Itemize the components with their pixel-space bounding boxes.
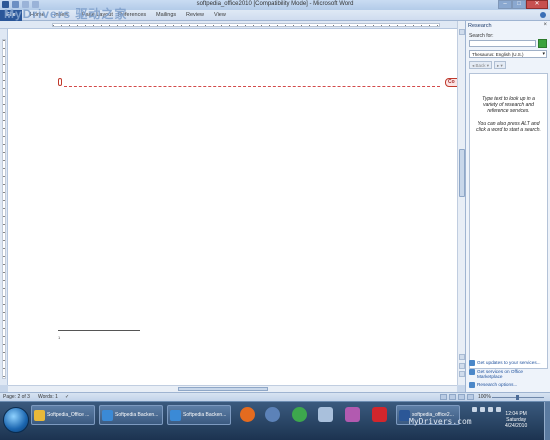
window-controls: – □ ✕ (498, 0, 548, 9)
network-tray-icon[interactable] (480, 407, 485, 412)
start-searching-icon[interactable] (538, 39, 547, 48)
system-tray (472, 407, 501, 412)
firefox-icon[interactable] (240, 407, 255, 422)
link-label: Research options... (477, 382, 518, 387)
research-pane: Research × Search for: Thesaurus: Englis… (465, 21, 550, 392)
back-label: Back (475, 63, 486, 68)
watermark-logo: MyDrivers 驱动之家 (4, 7, 128, 21)
search-label: Search for: (469, 33, 494, 39)
update-icon (469, 360, 475, 366)
volume-icon[interactable] (488, 407, 493, 412)
close-icon[interactable]: × (543, 22, 547, 28)
ie-icon (102, 409, 113, 421)
maximize-button[interactable]: □ (512, 0, 526, 9)
web-layout-view-icon[interactable] (458, 394, 465, 400)
research-options-link[interactable]: Research options... (469, 382, 549, 388)
remote-desktop-icon[interactable] (318, 407, 333, 422)
show-desktop-button[interactable] (544, 402, 550, 440)
scrollbar-thumb[interactable] (178, 387, 268, 391)
zoom-level[interactable]: 100% (478, 394, 491, 400)
zoom-slider[interactable] (492, 395, 544, 400)
start-button[interactable] (3, 407, 29, 433)
full-screen-view-icon[interactable] (449, 394, 456, 400)
flag-icon[interactable] (496, 407, 501, 412)
footnote-separator (58, 330, 140, 331)
help-icon[interactable] (540, 12, 546, 18)
pane-navigation: ◂ Back ▾ ▸ ▾ (469, 61, 506, 69)
site-watermark: MyDrivers.com (409, 417, 472, 426)
link-label: Get services on Office Marketplace (477, 369, 524, 379)
ie-icon (170, 409, 181, 421)
tab-review[interactable]: Review (186, 12, 204, 18)
zoom-slider-knob[interactable] (516, 395, 519, 400)
help-message-alt: You can also press ALT and click a word … (476, 121, 541, 133)
footnote-number: 1 (58, 335, 61, 340)
chevron-down-icon: ▾ (542, 51, 545, 57)
proofing-icon[interactable]: ✓ (65, 394, 69, 400)
horizontal-scrollbar[interactable] (8, 385, 457, 392)
back-button[interactable]: ◂ Back ▾ (469, 61, 493, 69)
service-select[interactable]: Thesaurus: English (U.S.) ▾ (469, 50, 547, 58)
clock[interactable]: 12:04 PM Saturday 4/24/2010 (505, 411, 527, 429)
service-select-value: Thesaurus: English (U.S.) (472, 52, 524, 57)
marketplace-icon (469, 369, 475, 375)
messenger-icon[interactable] (345, 407, 360, 422)
clock-date: 4/24/2010 (505, 423, 528, 429)
options-icon (469, 382, 475, 388)
vertical-scrollbar[interactable] (457, 21, 465, 385)
network-icon[interactable] (265, 407, 280, 422)
task-label: Softpedia_Office ... (47, 412, 90, 418)
get-updates-link[interactable]: Get updates to your services... (469, 360, 549, 366)
ruler-scale (2, 39, 6, 379)
folder-icon (34, 409, 45, 421)
tab-view[interactable]: View (214, 12, 226, 18)
ruler-scale (52, 23, 440, 27)
vertical-ruler[interactable] (0, 29, 8, 385)
pane-links: Get updates to your services... Get serv… (469, 360, 549, 391)
close-button[interactable]: ✕ (526, 0, 548, 9)
horizontal-ruler[interactable] (0, 21, 465, 29)
chrome-icon[interactable] (292, 407, 307, 422)
tab-mailings[interactable]: Mailings (156, 12, 176, 18)
outline-view-icon[interactable] (467, 394, 474, 400)
print-layout-view-icon[interactable] (440, 394, 447, 400)
forward-button[interactable]: ▸ ▾ (494, 61, 506, 69)
pane-title: Research (468, 23, 492, 29)
task-browser-1[interactable]: Softpedia Backen... (99, 405, 163, 425)
page-count[interactable]: Page: 2 of 3 (3, 394, 30, 400)
red-cross-icon[interactable] (372, 407, 387, 422)
status-bar: Page: 2 of 3 Words: 1 ✓ 100% (0, 392, 550, 401)
task-label: Softpedia Backen... (115, 412, 159, 418)
view-buttons (440, 394, 474, 400)
word-count[interactable]: Words: 1 (38, 394, 58, 400)
task-browser-2[interactable]: Softpedia Backen... (167, 405, 231, 425)
link-label: Get updates to your services... (477, 360, 541, 365)
search-input[interactable] (469, 40, 536, 47)
results-area: Type text to look up in a variety of res… (469, 73, 548, 369)
marketplace-link[interactable]: Get services on Office Marketplace (469, 369, 549, 379)
tray-arrow-icon[interactable] (472, 407, 477, 412)
minimize-button[interactable]: – (498, 0, 512, 9)
task-label: Softpedia Backen... (183, 412, 227, 418)
comment-anchor-marker[interactable] (58, 78, 62, 86)
comment-connector-line (64, 86, 440, 87)
help-message: Type text to look up in a variety of res… (482, 96, 535, 114)
document-page[interactable]: Co 1 (8, 29, 459, 385)
task-explorer[interactable]: Softpedia_Office ... (31, 405, 95, 425)
